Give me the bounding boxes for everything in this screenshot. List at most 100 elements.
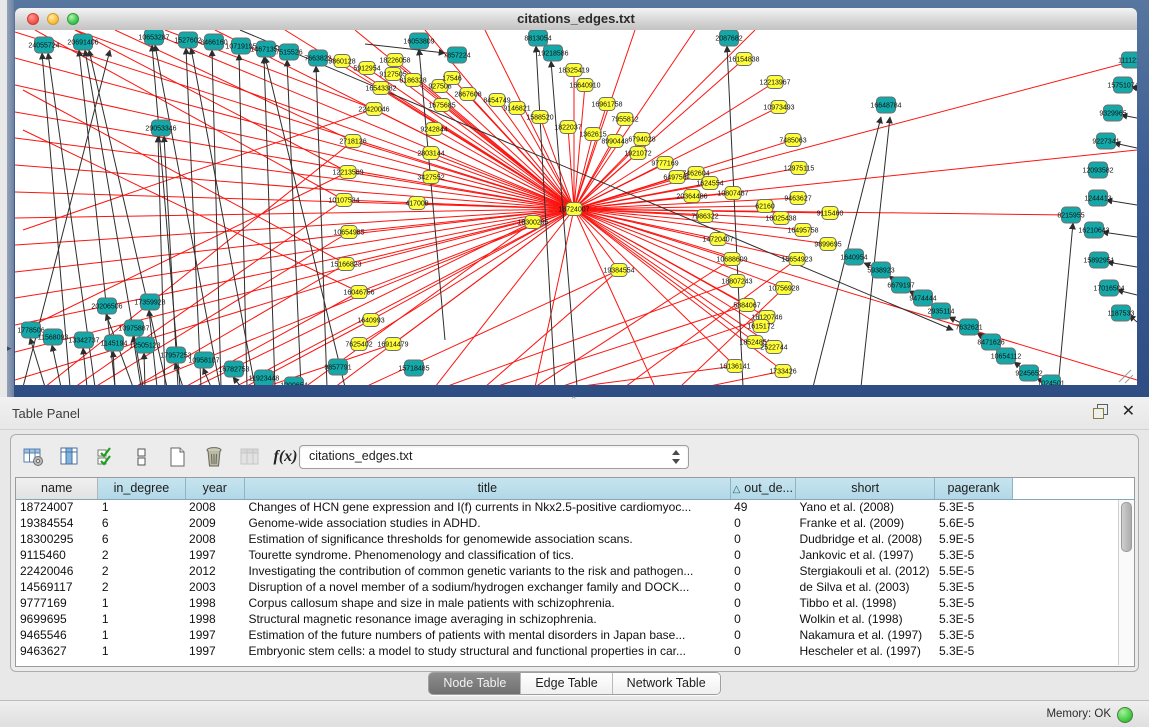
- table-row[interactable]: 1938455462009Genome-wide association stu…: [16, 515, 1134, 531]
- table-cell[interactable]: Nakamura et al. (1997): [795, 627, 935, 643]
- tab-node-table[interactable]: Node Table: [429, 673, 521, 694]
- table-cell[interactable]: 6: [98, 515, 185, 531]
- table-cell[interactable]: 19384554: [16, 515, 98, 531]
- table-cell[interactable]: 0: [730, 515, 795, 531]
- table-cell[interactable]: 5.3E-5: [935, 499, 1012, 515]
- table-cell[interactable]: 5.3E-5: [935, 627, 1012, 643]
- table-cell[interactable]: Stergiakouli et al. (2012): [795, 563, 935, 579]
- network-canvas[interactable]: 1872400718300295193845549860128591295418…: [15, 30, 1137, 385]
- float-window-icon[interactable]: [1093, 404, 1108, 419]
- table-cell[interactable]: 5.3E-5: [935, 547, 1012, 563]
- table-cell[interactable]: 1997: [185, 547, 244, 563]
- tab-network-table[interactable]: Network Table: [613, 673, 720, 694]
- table-cell[interactable]: 0: [730, 627, 795, 643]
- table-cell[interactable]: 2: [98, 563, 185, 579]
- column-header-out_de[interactable]: △out_de...: [730, 478, 795, 499]
- table-cell[interactable]: 9115460: [16, 547, 98, 563]
- table-cell[interactable]: 5.9E-5: [935, 531, 1012, 547]
- table-cell[interactable]: 1: [98, 611, 185, 627]
- table-cell[interactable]: 0: [730, 643, 795, 659]
- table-cell[interactable]: 1: [98, 627, 185, 643]
- table-cell[interactable]: 1: [98, 643, 185, 659]
- table-cell[interactable]: 5.3E-5: [935, 579, 1012, 595]
- table-cell[interactable]: Hescheler et al. (1997): [795, 643, 935, 659]
- table-cell[interactable]: 2008: [185, 499, 244, 515]
- table-cell[interactable]: 9463627: [16, 643, 98, 659]
- table-cell[interactable]: 9465546: [16, 627, 98, 643]
- column-header-year[interactable]: year: [185, 478, 244, 499]
- citation-network-graph[interactable]: 1872400718300295193845549860128591295418…: [15, 30, 1137, 385]
- table-cell[interactable]: 1: [98, 595, 185, 611]
- table-cell[interactable]: 0: [730, 547, 795, 563]
- column-header-title[interactable]: title: [244, 478, 730, 499]
- column-header-name[interactable]: name: [16, 478, 98, 499]
- table-cell[interactable]: de Silva et al. (2003): [795, 579, 935, 595]
- table-cell[interactable]: Structural magnetic resonance image aver…: [244, 611, 730, 627]
- table-cell[interactable]: 14569117: [16, 579, 98, 595]
- function-builder-icon[interactable]: f(x): [273, 445, 298, 469]
- table-cell[interactable]: 0: [730, 563, 795, 579]
- table-cell[interactable]: 5.6E-5: [935, 515, 1012, 531]
- table-cell[interactable]: 6: [98, 531, 185, 547]
- table-cell[interactable]: Tibbo et al. (1998): [795, 595, 935, 611]
- table-cell[interactable]: 2008: [185, 531, 244, 547]
- table-cell[interactable]: 2012: [185, 563, 244, 579]
- table-cell[interactable]: Disruption of a novel member of a sodium…: [244, 579, 730, 595]
- table-cell[interactable]: Corpus callosum shape and size in male p…: [244, 595, 730, 611]
- column-header-in_degree[interactable]: in_degree: [98, 478, 185, 499]
- table-cell[interactable]: Embryonic stem cells: a model to study s…: [244, 643, 730, 659]
- table-cell[interactable]: Estimation of the future numbers of pati…: [244, 627, 730, 643]
- table-row[interactable]: 977716911998Corpus callosum shape and si…: [16, 595, 1134, 611]
- table-scrollbar[interactable]: [1118, 500, 1134, 665]
- table-cell[interactable]: 5.3E-5: [935, 643, 1012, 659]
- table-cell[interactable]: 9699695: [16, 611, 98, 627]
- table-cell[interactable]: Jankovic et al. (1997): [795, 547, 935, 563]
- close-panel-icon[interactable]: ✕: [1122, 404, 1135, 419]
- table-cell[interactable]: 2003: [185, 579, 244, 595]
- table-cell[interactable]: 0: [730, 595, 795, 611]
- table-cell[interactable]: 0: [730, 611, 795, 627]
- clear-selection-icon[interactable]: [129, 445, 154, 469]
- table-cell[interactable]: 2009: [185, 515, 244, 531]
- table-cell[interactable]: 5.3E-5: [935, 595, 1012, 611]
- table-cell[interactable]: 5.5E-5: [935, 563, 1012, 579]
- node-table[interactable]: namein_degreeyeartitle△out_de...shortpag…: [16, 478, 1134, 659]
- table-row[interactable]: 1830029562008Estimation of significance …: [16, 531, 1134, 547]
- table-cell[interactable]: 1998: [185, 611, 244, 627]
- table-cell[interactable]: 2: [98, 579, 185, 595]
- table-cell[interactable]: 0: [730, 579, 795, 595]
- table-cell[interactable]: Franke et al. (2009): [795, 515, 935, 531]
- table-cell[interactable]: Genome-wide association studies in ADHD.: [244, 515, 730, 531]
- column-header-pagerank[interactable]: pagerank: [935, 478, 1012, 499]
- table-cell[interactable]: Yano et al. (2008): [795, 499, 935, 515]
- table-cell[interactable]: Changes of HCN gene expression and I(f) …: [244, 499, 730, 515]
- table-cell[interactable]: 1: [98, 499, 185, 515]
- table-cell[interactable]: Investigating the contribution of common…: [244, 563, 730, 579]
- control-panel-splitter[interactable]: ▸: [7, 0, 14, 397]
- table-row[interactable]: 1872400712008Changes of HCN gene express…: [16, 499, 1134, 515]
- frame-resize-grip-icon[interactable]: [1119, 370, 1131, 382]
- table-row[interactable]: 2242004622012Investigating the contribut…: [16, 563, 1134, 579]
- table-mode-icon[interactable]: [21, 445, 46, 469]
- delete-column-icon[interactable]: [201, 445, 226, 469]
- table-cell[interactable]: 1998: [185, 595, 244, 611]
- table-cell[interactable]: 1997: [185, 643, 244, 659]
- table-cell[interactable]: 18724007: [16, 499, 98, 515]
- tab-edge-table[interactable]: Edge Table: [521, 673, 612, 694]
- table-cell[interactable]: 2: [98, 547, 185, 563]
- table-cell[interactable]: Tourette syndrome. Phenomenology and cla…: [244, 547, 730, 563]
- table-row[interactable]: 946362711997Embryonic stem cells: a mode…: [16, 643, 1134, 659]
- table-cell[interactable]: 1997: [185, 627, 244, 643]
- new-column-icon[interactable]: [165, 445, 190, 469]
- table-cell[interactable]: Wolkin et al. (1998): [795, 611, 935, 627]
- table-row[interactable]: 1456911722003Disruption of a novel membe…: [16, 579, 1134, 595]
- table-cell[interactable]: 18300295: [16, 531, 98, 547]
- table-selector-dropdown[interactable]: citations_edges.txt: [299, 445, 689, 469]
- table-cell[interactable]: 5.3E-5: [935, 611, 1012, 627]
- table-cell[interactable]: 0: [730, 531, 795, 547]
- table-cell[interactable]: Estimation of significance thresholds fo…: [244, 531, 730, 547]
- table-row[interactable]: 911546021997Tourette syndrome. Phenomeno…: [16, 547, 1134, 563]
- column-header-short[interactable]: short: [795, 478, 935, 499]
- table-row[interactable]: 946554611997Estimation of the future num…: [16, 627, 1134, 643]
- table-cell[interactable]: 49: [730, 499, 795, 515]
